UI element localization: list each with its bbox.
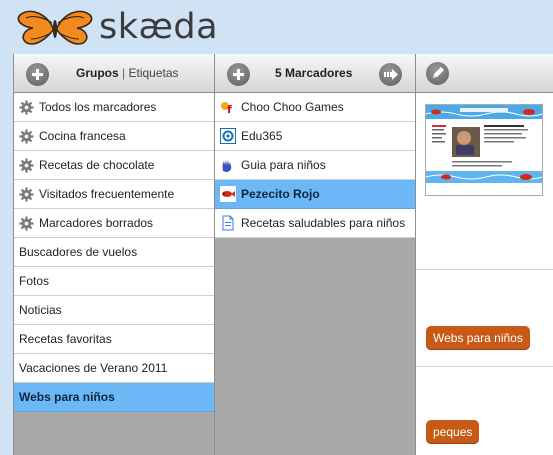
groups-list: Todos los marcadores Cocina francesa Recet… xyxy=(14,93,214,412)
bookmark-item-label: Pezecito Rojo xyxy=(241,187,320,201)
choochoo-favicon: f xyxy=(221,102,232,115)
group-item-label: Fotos xyxy=(19,274,50,288)
tag-pill[interactable]: Webs para niños xyxy=(426,326,530,350)
bookmarks-column: 5 Marcadores f Choo Choo Games Edu365 Guia … xyxy=(214,54,415,455)
plus-icon xyxy=(32,69,43,80)
app-header: skæda xyxy=(0,0,553,54)
page-thumbnail[interactable] xyxy=(425,104,543,196)
bookmark-item[interactable]: Recetas saludables para niños xyxy=(215,209,415,238)
butterfly-logo-icon xyxy=(17,10,93,45)
bookmark-item[interactable]: Pezecito Rojo xyxy=(215,180,415,209)
group-item-label: Visitados frecuentemente xyxy=(39,187,175,201)
edit-button[interactable] xyxy=(426,62,449,85)
groups-column: Grupos | Etiquetas Todos los marcadores C… xyxy=(13,54,214,455)
add-bookmark-button[interactable] xyxy=(227,63,250,86)
tab-separator: | xyxy=(122,66,126,80)
plus-icon xyxy=(233,69,244,80)
bookmark-item[interactable]: f Choo Choo Games xyxy=(215,93,415,122)
bookmarks-header: 5 Marcadores xyxy=(215,54,415,93)
group-item[interactable]: Noticias xyxy=(14,296,214,325)
groups-header: Grupos | Etiquetas xyxy=(14,54,214,93)
add-group-button[interactable] xyxy=(26,63,49,86)
edu365-favicon xyxy=(220,128,236,144)
group-item[interactable]: Visitados frecuentemente xyxy=(14,180,214,209)
group-item[interactable]: Fotos xyxy=(14,267,214,296)
bookmark-item[interactable]: Guia para niños xyxy=(215,151,415,180)
group-item[interactable]: Recetas de chocolate xyxy=(14,151,214,180)
group-item[interactable]: Todos los marcadores xyxy=(14,93,214,122)
group-item[interactable]: Cocina francesa xyxy=(14,122,214,151)
bookmark-item-label: Edu365 xyxy=(241,129,283,143)
tag-pill[interactable]: peques xyxy=(426,420,480,444)
group-item-label: Buscadores de vuelos xyxy=(19,245,138,259)
fish-favicon xyxy=(220,186,236,202)
tab-grupos[interactable]: Grupos xyxy=(76,66,119,80)
hands-favicon xyxy=(222,160,232,172)
open-bookmarks-button[interactable] xyxy=(379,63,402,86)
bookmark-item-label: Recetas saludables para niños xyxy=(241,216,406,230)
arrow-right-icon xyxy=(384,69,398,80)
gear-icon xyxy=(19,128,34,144)
detail-divider xyxy=(416,366,553,367)
gear-icon xyxy=(19,215,34,231)
group-item-label: Recetas de chocolate xyxy=(39,158,155,172)
group-item[interactable]: Webs para niños xyxy=(14,383,214,412)
document-icon xyxy=(222,215,234,231)
group-item[interactable]: Marcadores borrados xyxy=(14,209,214,238)
page-preview-image xyxy=(426,105,542,183)
group-item-label: Recetas favoritas xyxy=(19,332,112,346)
group-item-label: Cocina francesa xyxy=(39,129,126,143)
tab-etiquetas[interactable]: Etiquetas xyxy=(128,66,178,80)
group-item-label: Marcadores borrados xyxy=(39,216,154,230)
bookmarks-list: f Choo Choo Games Edu365 Guia para niños Pez… xyxy=(215,93,415,238)
group-item[interactable]: Recetas favoritas xyxy=(14,325,214,354)
bookmark-item-label: Choo Choo Games xyxy=(241,100,344,114)
group-item[interactable]: Buscadores de vuelos xyxy=(14,238,214,267)
group-item-label: Noticias xyxy=(19,303,62,317)
groups-tabs: Grupos | Etiquetas xyxy=(76,66,179,80)
group-item-label: Vacaciones de Verano 2011 xyxy=(19,361,168,375)
bookmarks-count-title: 5 Marcadores xyxy=(275,66,353,80)
group-item-label: Todos los marcadores xyxy=(39,100,157,114)
gear-icon xyxy=(19,157,34,173)
svg-text:f: f xyxy=(227,103,232,115)
bookmark-item-label: Guia para niños xyxy=(241,158,326,172)
detail-header xyxy=(416,54,553,93)
detail-column: Webs para niños peques xyxy=(415,54,553,455)
gear-icon xyxy=(19,186,34,202)
group-item-label: Webs para niños xyxy=(19,390,115,404)
pencil-icon xyxy=(433,67,444,78)
detail-divider xyxy=(416,269,553,270)
app-logo-text: skæda xyxy=(99,7,219,47)
gear-icon xyxy=(19,99,34,115)
group-item[interactable]: Vacaciones de Verano 2011 xyxy=(14,354,214,383)
bookmark-item[interactable]: Edu365 xyxy=(215,122,415,151)
